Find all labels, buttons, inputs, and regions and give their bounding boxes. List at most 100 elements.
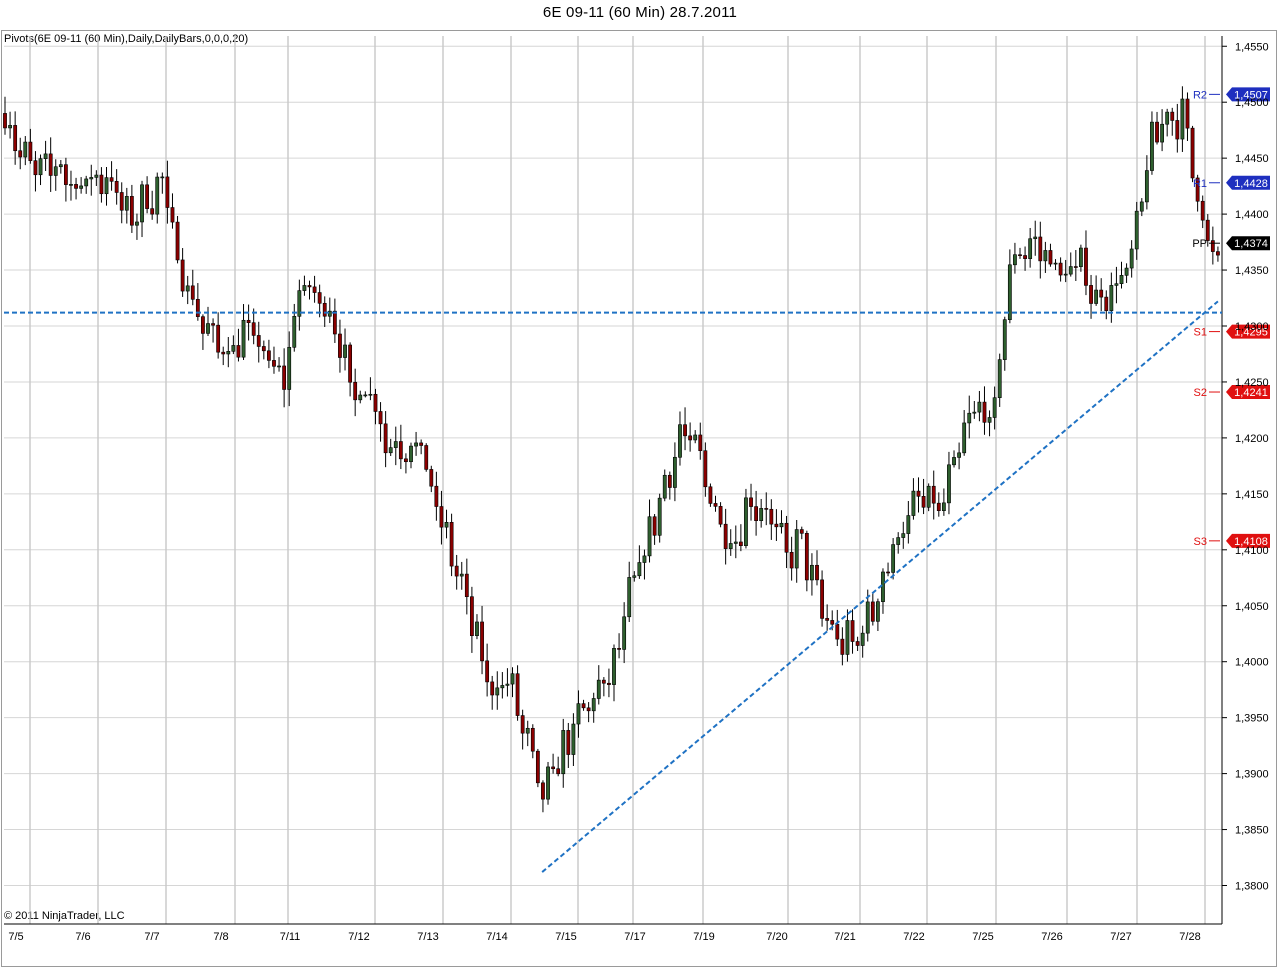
candle-body bbox=[561, 730, 566, 775]
candle-body bbox=[475, 621, 479, 636]
candle-body bbox=[1043, 250, 1048, 262]
candle-body bbox=[586, 707, 591, 712]
candle-body bbox=[343, 344, 347, 358]
candle-body bbox=[825, 618, 830, 621]
candle-body bbox=[926, 485, 931, 508]
candle-body bbox=[728, 543, 733, 549]
candle-body bbox=[1139, 201, 1144, 212]
candle-body bbox=[754, 506, 759, 521]
candle-body bbox=[1150, 121, 1154, 171]
candle-body bbox=[307, 285, 312, 288]
candle-body bbox=[881, 571, 885, 602]
candle-body bbox=[779, 522, 784, 528]
x-tick-label: 7/21 bbox=[834, 931, 855, 943]
candle-body bbox=[1089, 285, 1093, 304]
candle-body bbox=[647, 516, 652, 557]
trend-line[interactable] bbox=[541, 300, 1219, 873]
candle-body bbox=[693, 434, 698, 441]
candle-body bbox=[515, 673, 520, 716]
y-tick-label: 1,4400 bbox=[1235, 209, 1269, 221]
candle-body bbox=[708, 486, 713, 504]
candle-body bbox=[89, 177, 94, 180]
candle-body bbox=[363, 394, 368, 397]
candle-body bbox=[703, 450, 708, 488]
candle-body bbox=[972, 411, 977, 414]
candle-body bbox=[1155, 121, 1159, 143]
candle-body bbox=[1160, 123, 1165, 143]
candle-body bbox=[830, 620, 835, 625]
candle-body bbox=[1114, 283, 1119, 286]
x-tick-label: 7/15 bbox=[555, 931, 576, 943]
candle-body bbox=[1073, 266, 1078, 268]
pivot-badge-value: 1,4374 bbox=[1234, 238, 1268, 250]
y-tick-label: 1,3800 bbox=[1235, 881, 1269, 893]
candle-body bbox=[718, 506, 723, 525]
candle-body bbox=[221, 351, 226, 355]
candle-body bbox=[738, 541, 743, 546]
y-tick-label: 1,4200 bbox=[1235, 433, 1269, 445]
grid bbox=[4, 36, 1222, 924]
candle-body bbox=[860, 632, 865, 646]
candle-body bbox=[18, 150, 23, 158]
candle-body bbox=[967, 412, 972, 424]
candle-body bbox=[1109, 285, 1114, 311]
x-tick-label: 7/13 bbox=[417, 931, 438, 943]
candle-body bbox=[480, 621, 484, 662]
candle-body bbox=[1058, 262, 1063, 276]
candle-body bbox=[216, 324, 221, 353]
candle-body bbox=[150, 208, 155, 215]
candle-body bbox=[13, 125, 18, 152]
candle-body bbox=[667, 474, 672, 488]
candle-body bbox=[201, 316, 205, 334]
candle-body bbox=[855, 641, 860, 646]
candle-body bbox=[64, 164, 68, 185]
drawing-objects[interactable] bbox=[4, 300, 1222, 873]
candle-body bbox=[891, 544, 896, 573]
y-tick-label: 1,4300 bbox=[1235, 321, 1269, 333]
x-tick-label: 7/20 bbox=[766, 931, 787, 943]
candle-body bbox=[358, 394, 363, 401]
candle-body bbox=[733, 541, 738, 544]
candle-body bbox=[58, 164, 63, 168]
candle-body bbox=[1018, 254, 1022, 257]
candle-body bbox=[1079, 247, 1083, 268]
candle-body bbox=[865, 601, 870, 634]
candle-body bbox=[419, 442, 424, 446]
candle-body bbox=[48, 153, 53, 176]
price-axis: 1,4550 1,4500 1,4450 1,4400 1,4350 1,4300 1,42… bbox=[1222, 41, 1269, 893]
candle-body bbox=[723, 523, 728, 549]
candle-body bbox=[617, 648, 621, 650]
candle-body bbox=[947, 464, 951, 504]
candle-body bbox=[713, 503, 718, 507]
candle-body bbox=[1002, 319, 1007, 360]
candle-body bbox=[287, 346, 292, 390]
candle-body bbox=[794, 529, 799, 569]
candle-body bbox=[1216, 251, 1220, 256]
candle-body bbox=[1144, 170, 1149, 203]
candle-body bbox=[459, 573, 464, 577]
price-chart[interactable]: R2 1,4507R1 1,4428PP 1,4374S1 1,4295S2 1,4241… bbox=[0, 0, 1280, 969]
candle-body bbox=[957, 452, 962, 458]
candle-body bbox=[272, 360, 276, 367]
candle-body bbox=[936, 502, 941, 512]
candle-body bbox=[1129, 248, 1134, 269]
candle-body bbox=[601, 679, 606, 684]
candle-body bbox=[672, 456, 677, 488]
y-tick-label: 1,4350 bbox=[1235, 265, 1269, 277]
candle-body bbox=[322, 302, 327, 317]
candle-body bbox=[1099, 289, 1104, 298]
x-tick-label: 7/12 bbox=[348, 931, 369, 943]
candle-body bbox=[383, 423, 388, 454]
candle-body bbox=[84, 178, 89, 187]
x-tick-label: 7/7 bbox=[144, 931, 159, 943]
candle-body bbox=[804, 533, 809, 581]
candle-body bbox=[312, 286, 317, 293]
candle-body bbox=[33, 160, 38, 176]
y-tick-label: 1,3950 bbox=[1235, 713, 1269, 725]
candle-body bbox=[43, 153, 48, 159]
candle-body bbox=[764, 508, 769, 510]
x-tick-label: 7/19 bbox=[693, 931, 714, 943]
candle-body bbox=[820, 579, 824, 619]
candle-body bbox=[683, 424, 687, 437]
candle-body bbox=[38, 158, 43, 176]
